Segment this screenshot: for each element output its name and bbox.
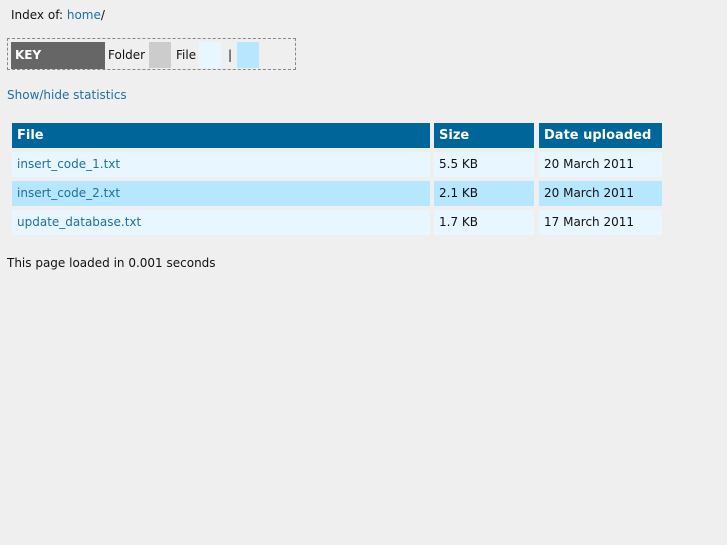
table-row-date-cell: 20 March 2011 (539, 152, 662, 177)
folder-swatch (149, 42, 171, 68)
path-separator: / (100, 8, 105, 22)
column-header-date[interactable]: Date uploaded (539, 123, 662, 148)
file-link[interactable]: insert_code_1.txt (17, 157, 120, 171)
table-row-date-cell: 17 March 2011 (539, 210, 662, 235)
file-swatch (199, 42, 221, 68)
home-link[interactable]: home (67, 8, 101, 22)
key-legend: KEY Folder File | (7, 38, 296, 70)
file-legend-label: File (176, 48, 197, 62)
table-row-file-cell: insert_code_1.txt (12, 152, 430, 177)
key-title: KEY (11, 42, 105, 69)
table-row-size-cell: 1.7 KB (434, 210, 534, 235)
table-row-file-cell: insert_code_2.txt (12, 181, 430, 206)
page-load-time: This page loaded in 0.001 seconds (7, 256, 216, 270)
column-header-size[interactable]: Size (434, 123, 534, 148)
index-path: Index of: home/ (11, 7, 105, 23)
table-row-date-cell: 20 March 2011 (539, 181, 662, 206)
file-alt-swatch (237, 42, 259, 68)
index-label: Index of: (11, 8, 67, 22)
table-row-size-cell: 5.5 KB (434, 152, 534, 177)
table-row-file-cell: update_database.txt (12, 210, 430, 235)
show-hide-statistics-link[interactable]: Show/hide statistics (7, 87, 127, 103)
column-header-file[interactable]: File (12, 123, 430, 148)
file-link[interactable]: insert_code_2.txt (17, 186, 120, 200)
folder-legend-label: Folder (108, 48, 146, 62)
table-row-size-cell: 2.1 KB (434, 181, 534, 206)
file-link[interactable]: update_database.txt (17, 215, 141, 229)
legend-separator: | (228, 48, 233, 62)
